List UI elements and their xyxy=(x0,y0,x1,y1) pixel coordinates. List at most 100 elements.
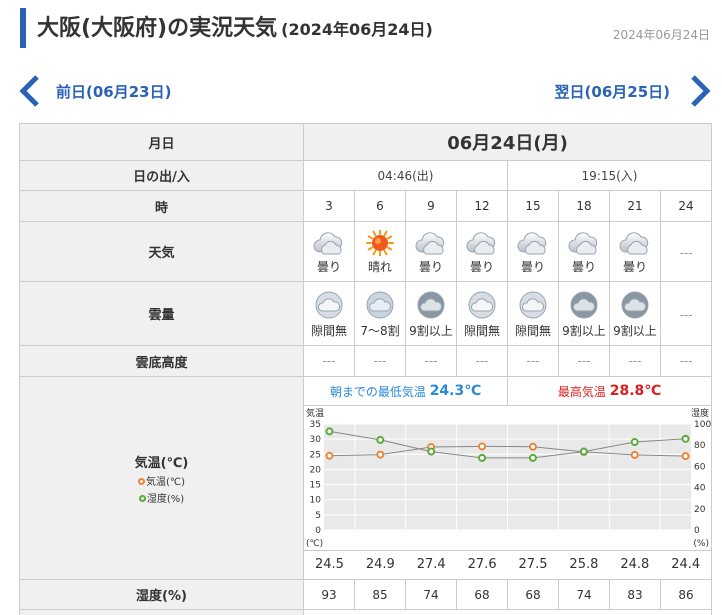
weather-row: 天気 曇り 晴れ 曇り 曇り 曇り 曇り 曇り --- xyxy=(19,221,713,282)
humidity-point xyxy=(376,435,385,444)
humidity-point xyxy=(630,437,639,446)
min-temp-value: 24.3℃ xyxy=(429,383,482,399)
row-label-cloud: 雲量 xyxy=(19,281,304,346)
sunset-time: 19:15(入) xyxy=(506,160,713,191)
humidity-cell: 86 xyxy=(659,579,713,610)
weather-cell: --- xyxy=(659,221,713,282)
right-axis-tick-label: 40 xyxy=(694,483,706,493)
weather-label: 曇り xyxy=(622,260,647,274)
temperature-point xyxy=(478,441,487,450)
max-temp-value: 28.8℃ xyxy=(609,383,662,399)
cloud-base-cell: --- xyxy=(456,345,508,377)
cloud-cell: 隙間無 xyxy=(456,281,508,346)
weather-label: --- xyxy=(679,245,693,260)
temp-value-cell: 27.4 xyxy=(416,557,446,572)
cloud-cover-icon xyxy=(519,291,547,319)
row-label-date: 月日 xyxy=(19,123,304,161)
weather-cell: 曇り xyxy=(507,221,559,282)
cloud-row: 雲量 隙間無 7～8割 9割以上 隙間無 隙間無 9割以上 9割以上 --- xyxy=(19,281,713,346)
cloud-base-cell: --- xyxy=(354,345,406,377)
page-date: 2024年06月24日 xyxy=(612,28,710,42)
title-accent-bar xyxy=(20,8,26,48)
weather-label: 曇り xyxy=(520,260,545,274)
cloud-cover-icon xyxy=(621,291,649,319)
temp-value-cell: 24.5 xyxy=(314,557,344,572)
cloud-base-cell: --- xyxy=(303,345,355,377)
cloud-cover-icon xyxy=(570,291,598,319)
weather-label: 曇り xyxy=(316,260,341,274)
cloudy-icon xyxy=(313,232,343,255)
hour-cell: 12 xyxy=(456,190,508,222)
cloud-cell: 9割以上 xyxy=(609,281,661,346)
row-label-weather: 天気 xyxy=(19,221,304,282)
legend-temp-marker xyxy=(137,478,145,485)
weather-label: 曇り xyxy=(469,260,494,274)
temp-value-cell: 27.5 xyxy=(518,557,548,572)
left-axis-tick-label: 20 xyxy=(310,465,322,475)
temp-value-cell: 24.8 xyxy=(620,557,650,572)
cloudy-icon xyxy=(466,232,496,255)
row-label-sun: 日の出/入 xyxy=(19,160,304,191)
cloudy-icon xyxy=(517,232,547,255)
weather-label: 曇り xyxy=(418,260,443,274)
humidity-point xyxy=(427,447,436,456)
legend-hum-label: 湿度(%) xyxy=(146,493,185,505)
temperature-point xyxy=(630,450,639,459)
cloud-base-cell: --- xyxy=(507,345,559,377)
cloud-label: 7～8割 xyxy=(360,324,400,338)
left-axis-unit: (℃) xyxy=(306,539,323,549)
date-heading: 06月24日(月) xyxy=(302,123,713,161)
temperature-point xyxy=(528,442,537,451)
sun-row: 日の出/入 04:46(出) 19:15(入) xyxy=(19,160,713,191)
temperature-point xyxy=(325,451,334,460)
cloud-cell: 隙間無 xyxy=(507,281,559,346)
left-axis-tick-label: 0 xyxy=(315,526,321,536)
humidity-point xyxy=(478,453,487,462)
cloud-label: 9割以上 xyxy=(409,324,453,338)
min-temp-label: 朝までの最低気温 xyxy=(329,384,426,399)
max-temp-label: 最高気温 xyxy=(557,384,606,399)
page-title-text: 大阪(大阪府)の実況天気 xyxy=(37,16,278,41)
weather-cell: 曇り xyxy=(558,221,610,282)
row-label-next xyxy=(19,609,304,615)
cloud-cell: 9割以上 xyxy=(405,281,457,346)
hour-cell: 6 xyxy=(354,190,406,222)
right-axis-tick-label: 80 xyxy=(694,441,706,451)
right-axis-tick-label: 60 xyxy=(694,462,706,472)
cloudy-icon xyxy=(619,232,649,255)
humidity-cell: 74 xyxy=(405,579,457,610)
weather-cell: 曇り xyxy=(405,221,457,282)
hour-cell: 9 xyxy=(405,190,457,222)
weather-cell: 曇り xyxy=(609,221,661,282)
next-row xyxy=(19,609,713,615)
weather-label: 晴れ xyxy=(367,260,392,274)
right-axis-tick-label: 20 xyxy=(694,504,706,514)
cloud-label: 隙間無 xyxy=(310,324,347,338)
humidity-point xyxy=(579,447,588,456)
temperature-row: 気温(℃) 気温(℃) 湿度(%) 朝までの最低気温 24.3℃ 最高気温 28… xyxy=(19,376,713,580)
cloud-cover-icon xyxy=(366,291,394,319)
temp-value-cell: 27.6 xyxy=(467,557,497,572)
next-day-label: 翌日(06月25日) xyxy=(554,82,670,101)
hour-cell: 15 xyxy=(507,190,559,222)
date-row: 月日 06月24日(月) xyxy=(19,123,713,161)
temperature-point xyxy=(376,450,385,459)
humidity-cell: 85 xyxy=(354,579,406,610)
hour-row: 時 3 6 9 12 15 18 21 24 xyxy=(19,190,713,222)
humidity-point xyxy=(325,426,334,435)
next-day-link[interactable]: 翌日(06月25日) xyxy=(555,74,712,108)
left-axis-tick-label: 30 xyxy=(310,435,322,445)
temp-row-title: 気温(℃) xyxy=(134,455,189,471)
temperature-point xyxy=(681,451,690,460)
cloud-base-cell: --- xyxy=(558,345,610,377)
cloud-label: 隙間無 xyxy=(463,324,500,338)
right-axis-tick-label: 0 xyxy=(694,526,700,536)
hour-cell: 3 xyxy=(303,190,355,222)
cloud-cell: --- xyxy=(659,281,713,346)
legend-temp-label: 気温(℃) xyxy=(145,476,186,488)
cloudy-icon xyxy=(568,232,598,255)
row-label-hour: 時 xyxy=(19,190,304,222)
sunrise-time: 04:46(出) xyxy=(303,160,508,191)
humidity-cell: 68 xyxy=(456,579,508,610)
prev-day-link[interactable]: 前日(06月23日) xyxy=(18,74,171,108)
